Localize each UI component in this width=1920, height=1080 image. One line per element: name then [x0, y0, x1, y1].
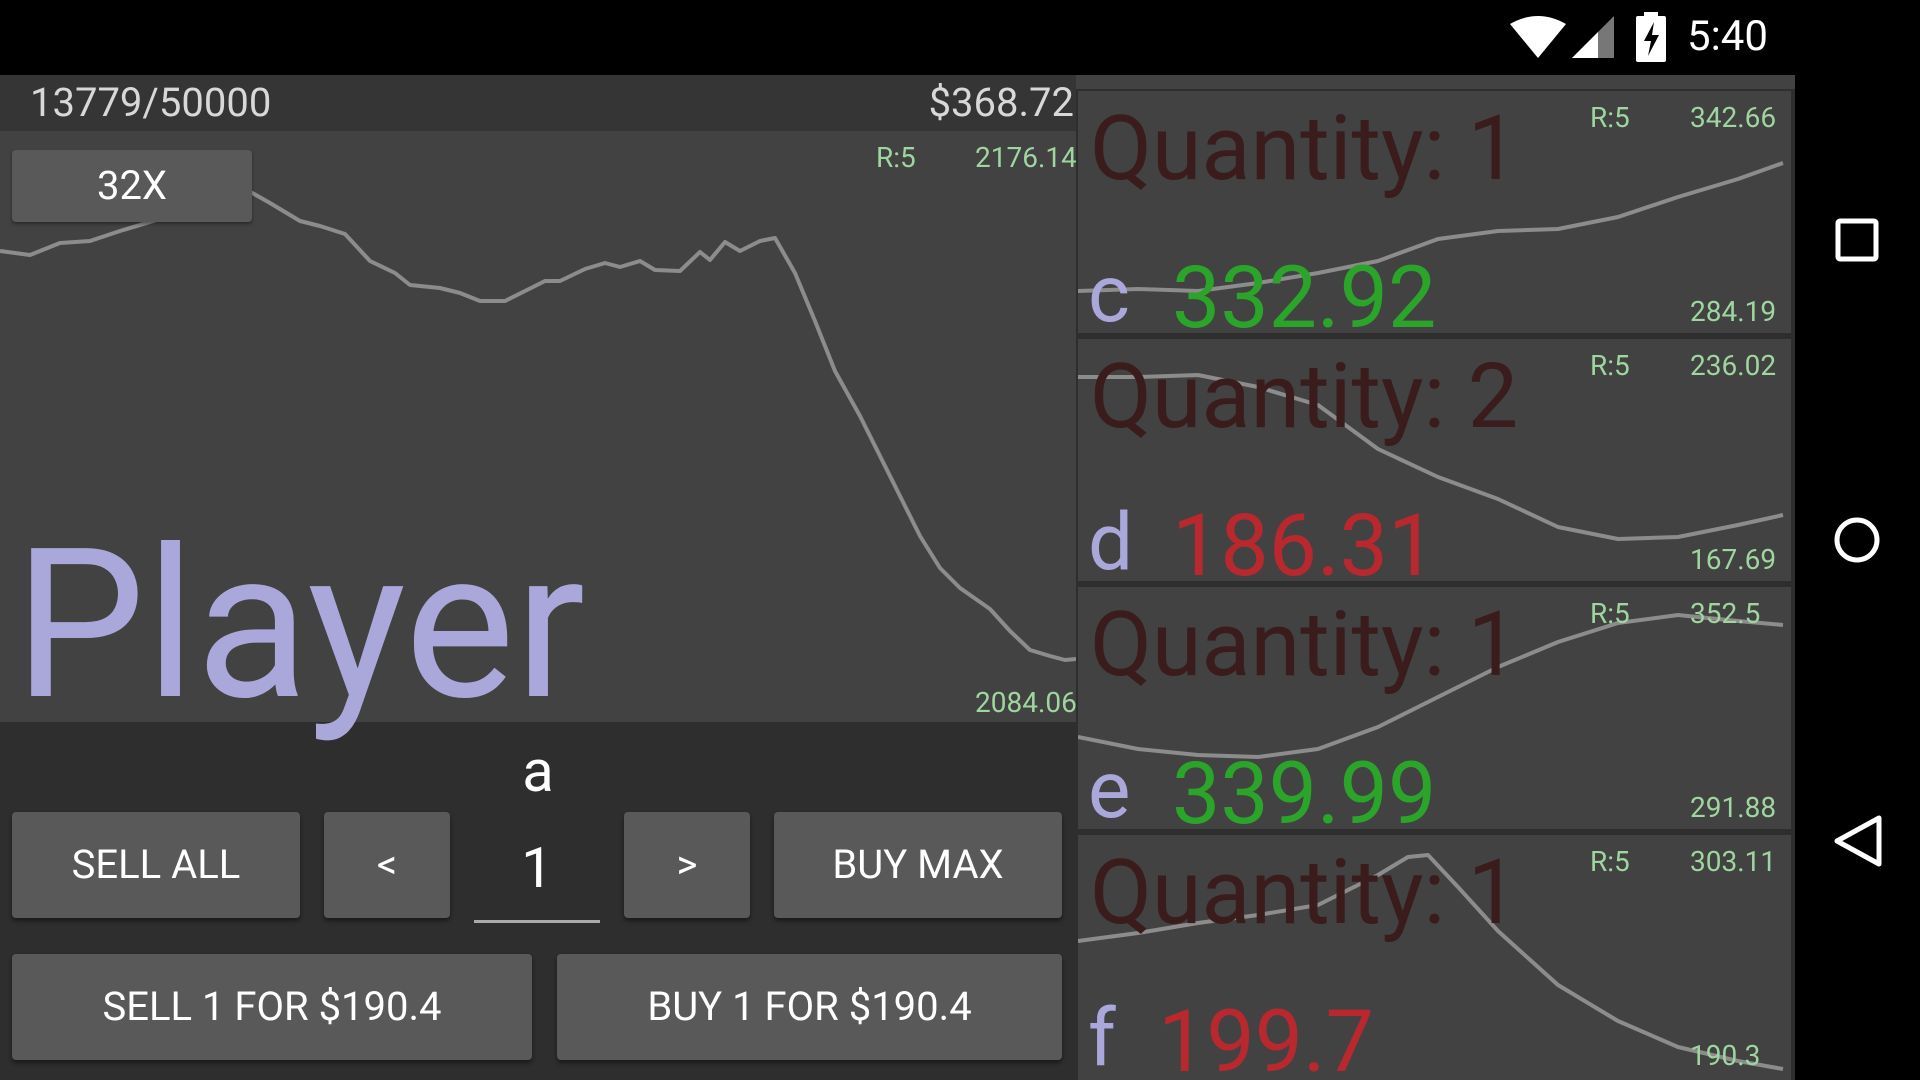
- progress-counter: 13779/50000: [30, 79, 272, 126]
- stock-symbol: d: [1088, 495, 1134, 581]
- main-chart-max: 2176.14: [975, 141, 1076, 174]
- stock-r-label: R:5: [1590, 349, 1630, 382]
- battery-charging-icon: [1636, 12, 1666, 62]
- status-bar: 5:40: [0, 0, 1920, 75]
- main-chart-r-label: R:5: [876, 141, 916, 174]
- stock-card[interactable]: Quantity: 1 f 199.7 R:5 303.11 190.3: [1078, 835, 1791, 1080]
- sell-one-button[interactable]: SELL 1 FOR $190.4: [12, 954, 532, 1060]
- home-icon[interactable]: [1833, 516, 1881, 564]
- stock-max: 236.02: [1690, 349, 1777, 382]
- stock-max: 303.11: [1690, 845, 1777, 878]
- stock-max: 342.66: [1690, 101, 1777, 134]
- increase-quantity-button[interactable]: >: [624, 812, 750, 918]
- navigation-bar: [1795, 0, 1920, 1080]
- quantity-input[interactable]: 1: [474, 840, 600, 923]
- stock-symbol: e: [1088, 743, 1131, 829]
- stock-r-label: R:5: [1590, 101, 1630, 134]
- back-icon[interactable]: [1833, 814, 1883, 868]
- decrease-quantity-button[interactable]: <: [324, 812, 450, 918]
- stock-card[interactable]: Quantity: 1 c 332.92 R:5 342.66 284.19: [1078, 91, 1791, 333]
- stock-quantity: Quantity: 2: [1090, 344, 1519, 449]
- stock-min: 190.3: [1690, 1039, 1761, 1072]
- stock-price: 332.92: [1172, 247, 1437, 334]
- stock-min: 291.88: [1690, 791, 1777, 824]
- stock-card[interactable]: Quantity: 2 d 186.31 R:5 236.02 167.69: [1078, 339, 1791, 581]
- stock-symbol: f: [1088, 991, 1116, 1080]
- status-time: 5:40: [1687, 12, 1768, 61]
- stock-r-label: R:5: [1590, 845, 1630, 878]
- sell-all-button[interactable]: SELL ALL: [12, 812, 300, 918]
- stock-card[interactable]: Quantity: 1 e 339.99 R:5 352.5 291.88: [1078, 587, 1791, 829]
- stock-price: 339.99: [1172, 743, 1437, 830]
- stock-r-label: R:5: [1590, 597, 1630, 630]
- buy-one-button[interactable]: BUY 1 FOR $190.4: [557, 954, 1062, 1060]
- stock-quantity: Quantity: 1: [1090, 592, 1519, 697]
- player-label: Player: [14, 503, 586, 747]
- stock-symbol: c: [1088, 247, 1130, 333]
- stock-min: 284.19: [1690, 295, 1777, 328]
- speed-button[interactable]: 32X: [12, 150, 252, 222]
- money-balance: $368.72: [928, 79, 1074, 126]
- main-chart-min: 2084.06: [975, 686, 1076, 719]
- stock-quantity: Quantity: 1: [1090, 840, 1519, 945]
- buy-max-button[interactable]: BUY MAX: [774, 812, 1062, 918]
- selected-symbol: a: [522, 738, 554, 806]
- stock-card-partial: [1076, 75, 1795, 89]
- stock-price: 186.31: [1172, 495, 1437, 582]
- stock-max: 352.5: [1690, 597, 1761, 630]
- wifi-icon: [1510, 16, 1566, 58]
- recents-icon[interactable]: [1835, 218, 1879, 262]
- signal-icon: [1572, 16, 1614, 58]
- stock-min: 167.69: [1690, 543, 1777, 576]
- stock-price: 199.7: [1158, 991, 1375, 1080]
- stock-quantity: Quantity: 1: [1090, 96, 1519, 201]
